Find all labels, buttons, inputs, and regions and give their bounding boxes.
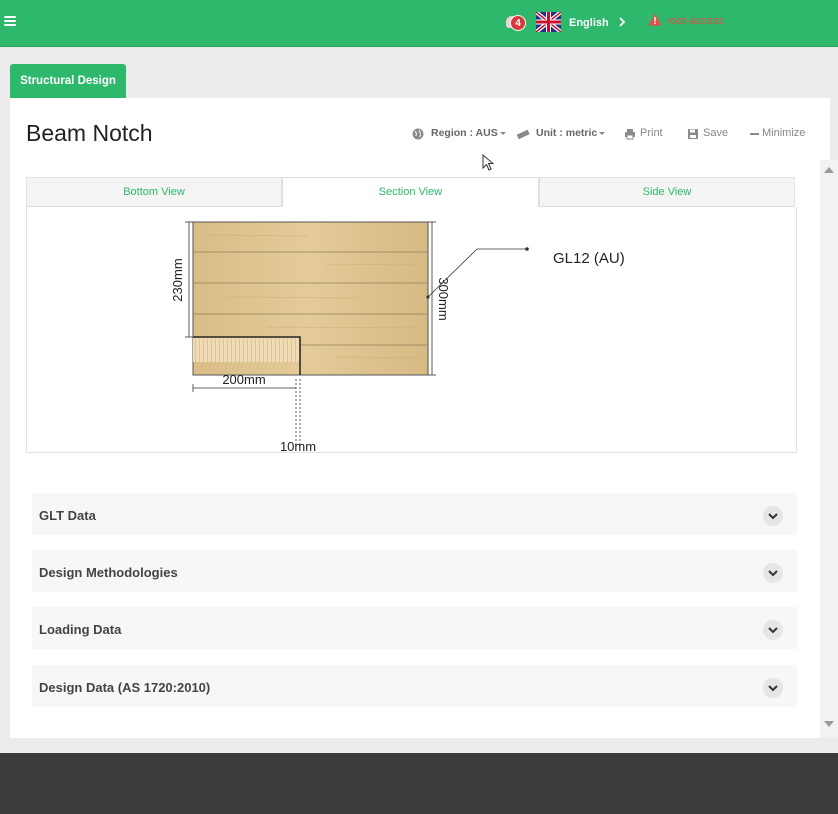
accordion-title: GLT Data	[39, 508, 96, 523]
save-button[interactable]: Save	[703, 127, 728, 139]
accordion-title: Design Methodologies	[39, 565, 178, 580]
notifications-button[interactable]: 4	[506, 14, 526, 32]
uk-flag-icon[interactable]	[536, 12, 561, 32]
chevron-down-icon[interactable]	[763, 563, 783, 583]
accordion-design-data[interactable]: Design Data (AS 1720:2010)	[32, 665, 797, 707]
dim-label-200: 200mm	[222, 372, 265, 387]
chevron-right-icon[interactable]	[617, 16, 627, 28]
language-label[interactable]: English	[569, 17, 609, 29]
scrollbar[interactable]	[820, 160, 838, 738]
accordion-design-methodologies[interactable]: Design Methodologies	[32, 550, 797, 592]
tab-section-view[interactable]: Section View	[282, 177, 539, 207]
unit-label: Unit : metric	[536, 127, 598, 139]
scroll-down-icon[interactable]	[824, 721, 834, 727]
notch-cutout	[193, 337, 300, 362]
hamburger-menu-icon[interactable]	[4, 16, 16, 28]
main-card: Beam Notch Region : AUS Unit : metric Pr…	[10, 98, 830, 738]
tab-bottom-view[interactable]: Bottom View	[26, 177, 282, 207]
tab-side-view[interactable]: Side View	[539, 177, 795, 207]
chevron-down-icon[interactable]	[763, 506, 783, 526]
accordion-title: Loading Data	[39, 622, 122, 637]
scroll-up-icon[interactable]	[824, 167, 834, 173]
leader-dot	[426, 295, 430, 299]
unit-dropdown[interactable]: Unit : metric	[536, 127, 606, 139]
material-label: GL12 (AU)	[553, 250, 625, 267]
region-label: Region : AUS	[431, 127, 498, 139]
accordion-glt-data[interactable]: GLT Data	[32, 493, 797, 535]
ruler-icon	[516, 129, 530, 140]
caret-down-icon	[499, 131, 506, 135]
page-title: Beam Notch	[26, 120, 153, 146]
minimize-button[interactable]: Minimize	[762, 127, 805, 139]
footer-area	[0, 753, 838, 814]
mouse-cursor-icon	[482, 154, 494, 171]
print-icon	[625, 129, 635, 140]
accordion-loading-data[interactable]: Loading Data	[32, 607, 797, 649]
tab-structural-design[interactable]: Structural Design	[10, 64, 126, 98]
notification-badge: 4	[510, 15, 526, 31]
top-navbar: 4 English root-access	[0, 0, 838, 47]
section-drawing-panel: 230mm 300mm 200mm 10mm GL12 (AU)	[26, 207, 797, 453]
print-button[interactable]: Print	[640, 127, 663, 139]
save-icon	[688, 129, 698, 139]
region-dropdown[interactable]: Region : AUS	[431, 127, 506, 139]
beam-section-drawing: 230mm 300mm 200mm 10mm GL12 (AU)	[170, 221, 625, 452]
view-tabs: Bottom View Section View Side View	[26, 177, 795, 207]
dim-label-230: 230mm	[170, 258, 185, 301]
caret-down-icon	[599, 131, 606, 135]
globe-icon	[412, 128, 424, 140]
minus-icon	[750, 133, 759, 135]
dim-label-10: 10mm	[280, 439, 316, 452]
leader-dot	[525, 247, 529, 251]
chevron-down-icon[interactable]	[763, 620, 783, 640]
chevron-down-icon[interactable]	[763, 678, 783, 698]
accordion-title: Design Data (AS 1720:2010)	[39, 680, 211, 695]
dim-label-300: 300mm	[436, 277, 451, 320]
user-label[interactable]: root-access	[667, 15, 724, 27]
warning-icon	[648, 13, 662, 26]
